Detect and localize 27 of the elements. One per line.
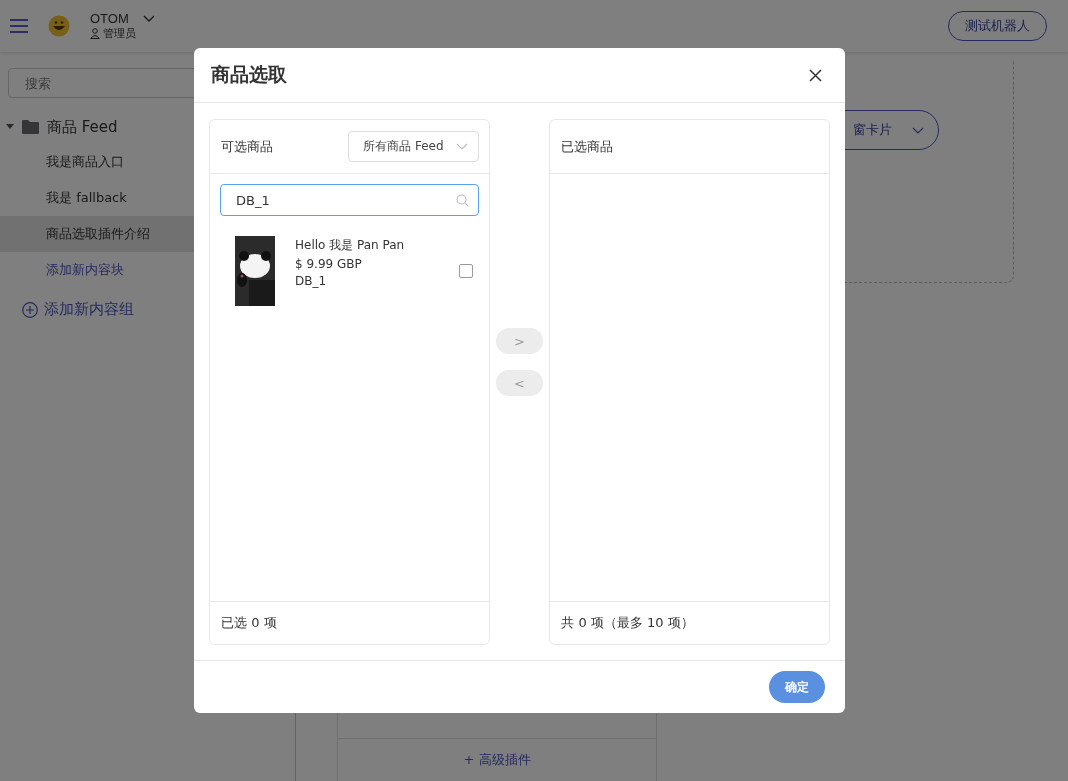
search-field[interactable]: DB_1 bbox=[220, 184, 479, 216]
product-name: Hello 我是 Pan Pan bbox=[295, 236, 406, 254]
product-price: $ 9.99 GBP bbox=[295, 256, 363, 271]
user-role: 管理员 bbox=[103, 26, 136, 41]
person-icon bbox=[90, 28, 100, 39]
chevron-down-icon bbox=[455, 143, 468, 150]
caret-icon[interactable] bbox=[6, 124, 14, 130]
chevron-down-icon[interactable] bbox=[142, 14, 155, 23]
confirm-button[interactable]: 确定 bbox=[769, 671, 825, 703]
panel-title: 已选商品 bbox=[561, 137, 614, 156]
total-count: 共 0 项（最多 10 项） bbox=[561, 614, 694, 632]
search-icon bbox=[455, 194, 469, 207]
checkbox[interactable] bbox=[458, 264, 473, 278]
user-name: OTOM bbox=[90, 11, 129, 26]
feed-dropdown[interactable]: 所有商品 Feed bbox=[348, 131, 479, 162]
plus-circle-icon[interactable] bbox=[22, 301, 38, 318]
smiley-icon bbox=[48, 15, 70, 37]
test-robot-button[interactable]: 测试机器人 bbox=[948, 11, 1047, 41]
panel-title: 可选商品 bbox=[221, 137, 273, 156]
selected-count: 已选 0 项 bbox=[221, 614, 277, 632]
close-icon[interactable] bbox=[809, 68, 822, 82]
folder-icon bbox=[22, 120, 39, 134]
menu-icon[interactable] bbox=[10, 19, 28, 33]
product-sku: DB_1 bbox=[295, 273, 328, 288]
chevron-down-icon bbox=[912, 126, 924, 134]
group-label[interactable]: 商品 Feed bbox=[47, 117, 118, 137]
add-group-link[interactable]: 添加新内容组 bbox=[44, 300, 134, 319]
